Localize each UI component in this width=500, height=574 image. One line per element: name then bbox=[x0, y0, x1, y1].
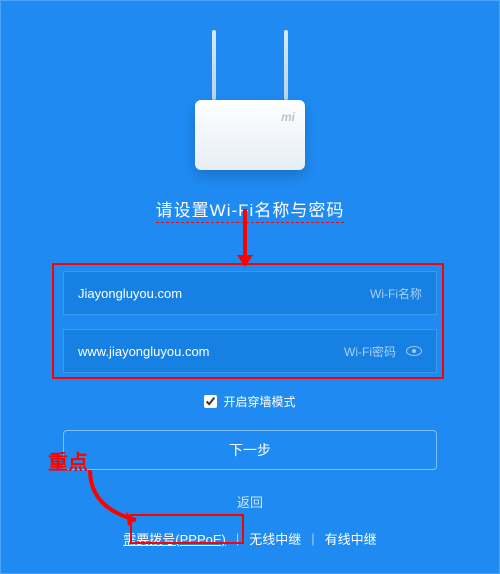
divider: | bbox=[311, 531, 314, 546]
wall-mode-label: 开启穿墙模式 bbox=[223, 393, 295, 410]
wifi-name-field[interactable]: Jiayongluyou.com Wi-Fi名称 bbox=[63, 271, 437, 315]
wall-mode-checkbox[interactable] bbox=[204, 395, 217, 408]
wifi-form: Jiayongluyou.com Wi-Fi名称 www.jiayongluyo… bbox=[63, 271, 437, 373]
eye-icon[interactable] bbox=[406, 346, 422, 356]
wifi-name-label: Wi-Fi名称 bbox=[370, 285, 422, 302]
bottom-links: 需要拨号(PPPoE) | 无线中继 | 有线中继 bbox=[123, 529, 376, 548]
wall-mode-checkbox-row[interactable]: 开启穿墙模式 bbox=[204, 393, 295, 410]
wifi-name-value: Jiayongluyou.com bbox=[78, 286, 370, 301]
page-title: 请设置Wi-Fi名称与密码 bbox=[156, 196, 345, 223]
wifi-password-label: Wi-Fi密码 bbox=[344, 343, 396, 360]
next-button[interactable]: 下一步 bbox=[63, 430, 437, 470]
router-illustration bbox=[180, 30, 320, 180]
back-link[interactable]: 返回 bbox=[237, 492, 263, 511]
pppoe-link[interactable]: 需要拨号(PPPoE) bbox=[123, 529, 226, 548]
wireless-relay-link[interactable]: 无线中继 bbox=[249, 529, 301, 548]
divider: | bbox=[236, 531, 239, 546]
wired-relay-link[interactable]: 有线中继 bbox=[325, 529, 377, 548]
wifi-password-field[interactable]: www.jiayongluyou.com Wi-Fi密码 bbox=[63, 329, 437, 373]
wifi-password-value: www.jiayongluyou.com bbox=[78, 344, 344, 359]
